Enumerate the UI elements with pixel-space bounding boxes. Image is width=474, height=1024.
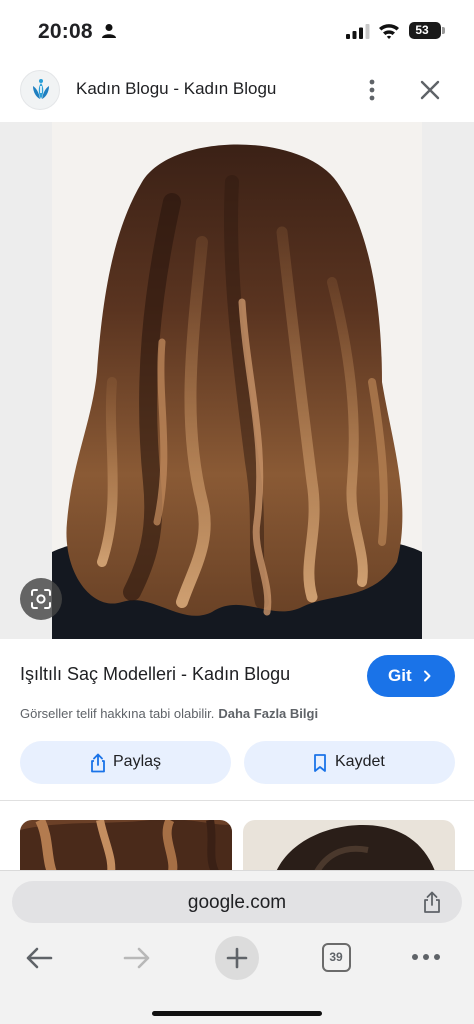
kadin-blogu-logo-icon	[33, 79, 49, 99]
site-logo[interactable]	[20, 70, 60, 110]
image-viewer-header: Kadın Blogu - Kadın Blogu	[0, 60, 474, 122]
share-icon[interactable]	[421, 890, 443, 914]
save-label: Kaydet	[335, 753, 385, 770]
plus-icon	[226, 947, 248, 969]
hair-photo	[52, 122, 422, 639]
more-info-link[interactable]: Daha Fazla Bilgi	[218, 706, 318, 721]
signal-icon	[346, 24, 370, 39]
status-bar: 20:08 53	[0, 0, 474, 60]
image-preview-area	[0, 122, 474, 639]
bookmark-icon	[314, 754, 326, 772]
browser-toolbar: google.com 39	[0, 870, 474, 1024]
forward-arrow-icon[interactable]	[122, 945, 152, 971]
result-title: Işıltılı Saç Modelleri - Kadın Blogu	[20, 664, 291, 684]
more-horizontal-icon[interactable]	[410, 951, 442, 963]
new-tab-button[interactable]	[215, 936, 259, 980]
google-lens-button[interactable]	[20, 578, 62, 620]
share-label: Paylaş	[113, 753, 162, 770]
address-bar[interactable]: google.com	[12, 881, 462, 923]
divider	[0, 800, 474, 801]
battery-tip	[442, 27, 445, 34]
status-time: 20:08	[38, 20, 93, 43]
google-lens-icon	[31, 589, 51, 609]
more-vertical-icon[interactable]	[360, 76, 384, 104]
go-button-label: Git	[388, 666, 412, 685]
back-arrow-icon[interactable]	[24, 945, 54, 971]
battery-icon: 53	[409, 22, 441, 39]
close-icon[interactable]	[416, 76, 444, 104]
header-title: Kadın Blogu - Kadın Blogu	[76, 79, 277, 98]
save-button[interactable]: Kaydet	[244, 741, 455, 784]
copyright-note: Görseller telif hakkına tabi olabilir. Da…	[20, 706, 318, 721]
person-icon	[102, 24, 116, 38]
tab-switcher-button[interactable]: 39	[322, 943, 351, 972]
home-indicator	[152, 1011, 322, 1016]
battery-level: 53	[415, 23, 429, 37]
hero-hair-image[interactable]	[52, 122, 422, 639]
wifi-icon	[379, 24, 399, 39]
share-icon	[91, 753, 105, 773]
tab-count: 39	[329, 950, 343, 964]
copyright-text: Görseller telif hakkına tabi olabilir.	[20, 706, 215, 721]
go-button[interactable]: Git	[367, 655, 455, 697]
share-button[interactable]: Paylaş	[20, 741, 231, 784]
address-text: google.com	[187, 892, 287, 913]
chevron-right-icon	[424, 670, 431, 682]
